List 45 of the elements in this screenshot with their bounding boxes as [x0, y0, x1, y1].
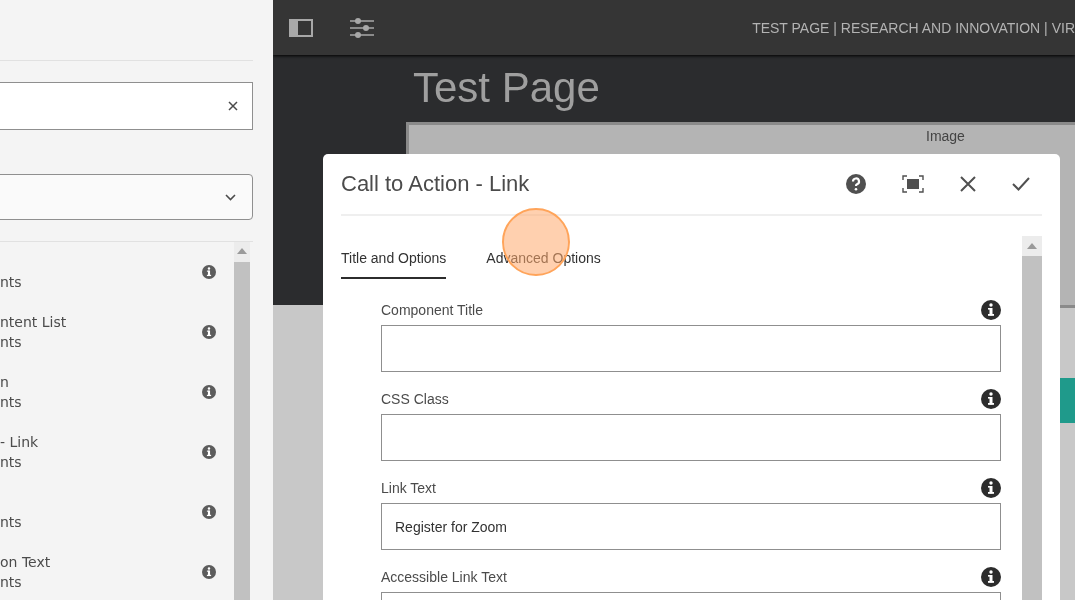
info-icon[interactable]: [981, 389, 1001, 409]
field-label: Component Title: [381, 302, 483, 318]
chevron-down-icon: [225, 193, 236, 201]
page-banner: [1060, 378, 1075, 423]
sliders-icon[interactable]: [349, 17, 375, 38]
tab[interactable]: Title and Options: [341, 242, 447, 279]
text-field[interactable]: [381, 414, 1001, 461]
component-group: nts: [0, 392, 22, 412]
component-name: ntent List: [0, 313, 67, 332]
field-label: Accessible Link Text: [381, 569, 507, 585]
info-icon[interactable]: [202, 325, 216, 339]
text-field[interactable]: [381, 325, 1001, 372]
search-field[interactable]: [0, 82, 253, 130]
field-label: Link Text: [381, 480, 436, 496]
dropdown[interactable]: [0, 174, 253, 220]
info-icon[interactable]: [202, 565, 216, 579]
info-icon[interactable]: [202, 385, 216, 399]
component-group: nts: [0, 512, 22, 532]
close-icon[interactable]: [960, 176, 976, 192]
component-group: nts: [0, 272, 22, 292]
info-icon[interactable]: [202, 265, 216, 279]
info-icon[interactable]: [202, 445, 216, 459]
fullscreen-icon[interactable]: [902, 175, 924, 193]
component-group: nts: [0, 332, 67, 352]
component-name: n: [0, 373, 10, 392]
close-icon[interactable]: [228, 101, 238, 111]
dialog-title: Call to Action - Link: [341, 171, 531, 197]
info-icon[interactable]: [981, 300, 1001, 320]
component-group: nts: [0, 452, 39, 472]
text-field[interactable]: Register for Zoom: [381, 503, 1001, 550]
component-label: Image: [926, 128, 965, 144]
scrollbar[interactable]: [1022, 236, 1042, 600]
info-icon[interactable]: [981, 567, 1001, 587]
info-icon[interactable]: [202, 505, 216, 519]
component-group: nts: [0, 572, 51, 592]
field-label: CSS Class: [381, 391, 449, 407]
help-icon[interactable]: [846, 174, 866, 194]
scrollbar[interactable]: [234, 242, 250, 600]
page-heading: Test Page: [413, 65, 601, 111]
info-icon[interactable]: [981, 478, 1001, 498]
component-name: on Text: [0, 553, 51, 572]
component-name: - Link: [0, 433, 39, 452]
page-title: TEST PAGE | RESEARCH AND INNOVATION | VIR: [752, 19, 1075, 36]
check-icon[interactable]: [1012, 177, 1030, 191]
sidebar-toggle-icon[interactable]: [289, 18, 313, 37]
